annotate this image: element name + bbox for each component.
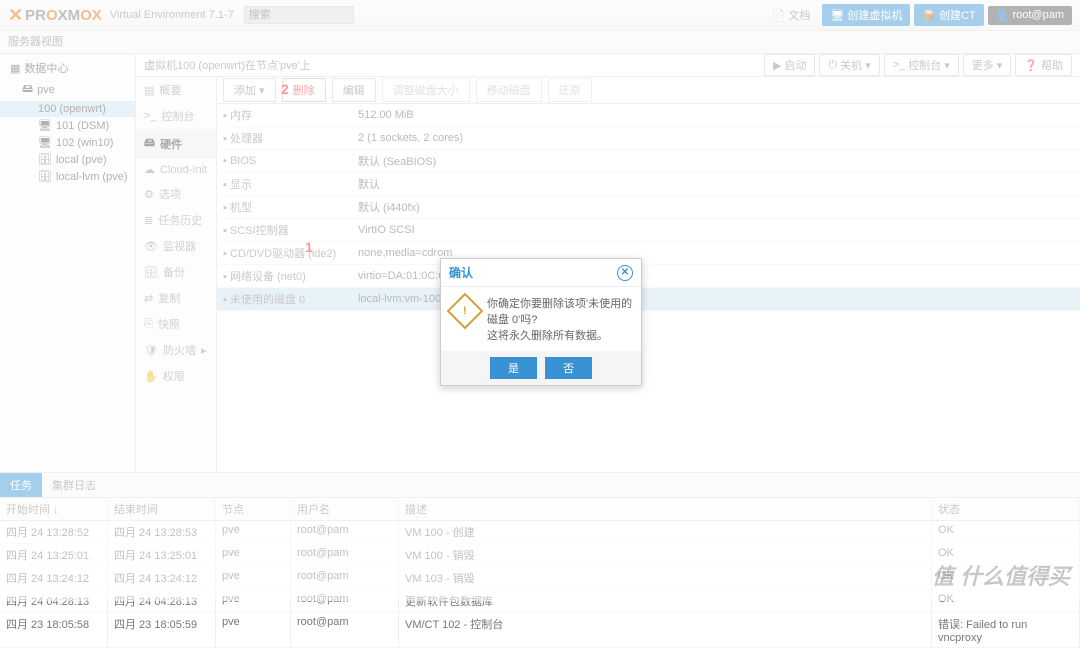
confirm-dialog: 确认 ✕ ! 你确定你要删除该项'未使用的磁盘 0'吗?这将永久删除所有数据。 是… xyxy=(440,258,642,386)
dialog-msg2: 这将永久删除所有数据。 xyxy=(487,327,633,343)
log-row[interactable]: 四月 23 18:05:58四月 23 18:05:59pveroot@pamV… xyxy=(0,613,1080,648)
no-button[interactable]: 否 xyxy=(545,357,592,379)
yes-button[interactable]: 是 xyxy=(490,357,537,379)
dialog-msg1: 你确定你要删除该项'未使用的磁盘 0'吗? xyxy=(487,295,633,327)
dialog-title: 确认 xyxy=(449,264,473,281)
warning-icon: ! xyxy=(447,293,484,330)
watermark: 值 什么值得买 xyxy=(932,559,1070,591)
close-icon[interactable]: ✕ xyxy=(617,265,633,281)
